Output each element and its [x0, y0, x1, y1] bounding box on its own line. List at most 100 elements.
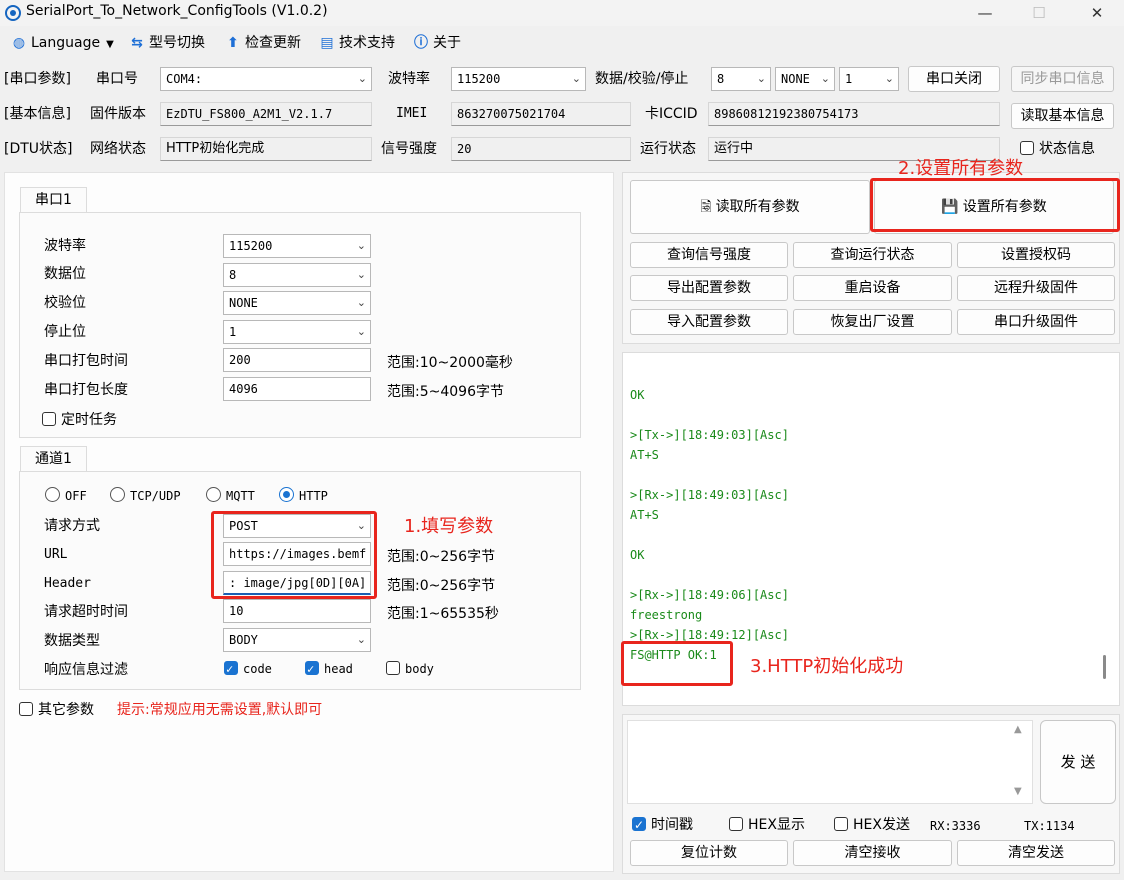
hex-send-checkbox[interactable]: HEX发送 — [834, 815, 910, 835]
export-config-button[interactable]: 导出配置参数 — [630, 275, 788, 301]
log-line: freestrong — [630, 608, 703, 622]
annotation-step3: 3.HTTP初始化成功 — [750, 656, 904, 677]
set-auth-code-button[interactable]: 设置授权码 — [957, 242, 1115, 268]
port-data-bits-select[interactable]: 8 ⌄ — [223, 263, 371, 287]
request-timeout-label: 请求超时时间 — [44, 604, 128, 620]
other-params-checkbox[interactable]: 其它参数 — [19, 700, 94, 720]
checkbox-icon — [386, 661, 400, 675]
serial-section-label: [串口参数] — [4, 71, 71, 87]
send-textarea[interactable] — [627, 720, 1033, 804]
data-type-label: 数据类型 — [44, 633, 100, 649]
remote-upgrade-button[interactable]: 远程升级固件 — [957, 275, 1115, 301]
baud-label: 波特率 — [388, 71, 430, 87]
data-type-select[interactable]: BODY ⌄ — [223, 628, 371, 652]
iccid-field: 89860812192380754173 — [708, 102, 1000, 126]
chevron-down-icon: ⌄ — [356, 268, 366, 281]
pack-length-input[interactable]: 4096 — [223, 377, 371, 401]
title-bar: SerialPort_To_Network_ConfigTools (V1.0.… — [0, 0, 1124, 26]
clear-receive-button[interactable]: 清空接收 — [793, 840, 952, 866]
log-line: OK — [630, 548, 645, 562]
read-basic-info-button[interactable]: 读取基本信息 — [1011, 103, 1114, 129]
menu-language[interactable]: ◍ Language ▼ — [10, 33, 114, 53]
sync-serial-info-button[interactable]: 同步串口信息 — [1011, 66, 1114, 92]
info-icon: ⓘ — [414, 35, 428, 51]
annotation-step2: 2.设置所有参数 — [898, 158, 1024, 179]
send-button[interactable]: 发 送 — [1040, 720, 1116, 804]
pack-time-label: 串口打包时间 — [44, 353, 128, 369]
menu-check-update[interactable]: ⬆ 检查更新 — [224, 33, 301, 53]
reset-count-button[interactable]: 复位计数 — [630, 840, 788, 866]
data-parity-stop-label: 数据/校验/停止 — [595, 71, 689, 87]
tab-channel-1[interactable]: 通道1 — [20, 446, 87, 472]
menu-about[interactable]: ⓘ 关于 — [412, 33, 461, 53]
chevron-down-icon: ⌄ — [884, 72, 894, 85]
factory-reset-button[interactable]: 恢复出厂设置 — [793, 309, 952, 335]
query-run-status-button[interactable]: 查询运行状态 — [793, 242, 952, 268]
port-stop-bits-select[interactable]: 1 ⌄ — [223, 320, 371, 344]
header-range: 范围:0~256字节 — [387, 578, 496, 594]
log-scrollbar-thumb[interactable] — [1103, 655, 1106, 679]
port-select[interactable]: COM4: ⌄ — [160, 67, 372, 91]
log-line: AT+S — [630, 448, 659, 462]
chevron-down-icon: ⌄ — [820, 72, 830, 85]
iccid-label: 卡ICCID — [645, 106, 698, 122]
checkbox-checked-icon — [224, 659, 238, 679]
chevron-down-icon: ⌄ — [357, 72, 367, 85]
radio-icon — [110, 487, 125, 502]
basic-section-label: [基本信息] — [4, 106, 71, 122]
baud-select[interactable]: 115200 ⌄ — [451, 67, 586, 91]
stop-bits-select[interactable]: 1 ⌄ — [839, 67, 899, 91]
tab-port-1[interactable]: 串口1 — [20, 187, 87, 213]
scroll-up-icon[interactable]: ▲ — [1014, 724, 1022, 735]
switch-icon: ⇆ — [131, 35, 143, 51]
port-parity-select[interactable]: NONE ⌄ — [223, 291, 371, 315]
mode-off-radio[interactable]: OFF — [45, 486, 87, 506]
header-label: Header — [44, 576, 91, 591]
chevron-down-icon: ▼ — [106, 39, 114, 50]
log-line: >[Rx->][18:49:06][Asc] — [630, 588, 789, 602]
minimize-button[interactable]: — — [962, 0, 1008, 26]
mode-http-radio[interactable]: HTTP — [279, 486, 328, 506]
parity-select[interactable]: NONE ⌄ — [775, 67, 835, 91]
menu-tech-support[interactable]: ▤ 技术支持 — [318, 33, 395, 53]
hex-display-checkbox[interactable]: HEX显示 — [729, 815, 805, 835]
upload-arrow-icon: ⬆ — [227, 35, 239, 51]
query-signal-button[interactable]: 查询信号强度 — [630, 242, 788, 268]
filter-code-checkbox[interactable]: code — [224, 659, 272, 679]
menu-model-switch[interactable]: ⇆ 型号切换 — [128, 33, 205, 53]
mode-tcp-udp-radio[interactable]: TCP/UDP — [110, 486, 181, 506]
mode-mqtt-radio[interactable]: MQTT — [206, 486, 255, 506]
chevron-down-icon: ⌄ — [356, 633, 366, 646]
reboot-device-button[interactable]: 重启设备 — [793, 275, 952, 301]
log-line: OK — [630, 388, 645, 402]
log-line: >[Rx->][18:49:12][Asc] — [630, 628, 789, 642]
radio-icon — [206, 487, 221, 502]
pack-time-input[interactable]: 200 — [223, 348, 371, 372]
filter-body-checkbox[interactable]: body — [386, 659, 434, 679]
annotation-box-step2 — [870, 178, 1120, 232]
import-config-button[interactable]: 导入配置参数 — [630, 309, 788, 335]
read-params-icon: 🗟 — [700, 199, 712, 215]
timer-task-checkbox[interactable]: 定时任务 — [42, 410, 117, 430]
serial-close-button[interactable]: 串口关闭 — [908, 66, 1000, 92]
timestamp-checkbox[interactable]: 时间戳 — [632, 815, 693, 835]
request-timeout-input[interactable]: 10 — [223, 599, 371, 623]
pack-length-range: 范围:5~4096字节 — [387, 384, 504, 400]
read-all-params-button[interactable]: 🗟 读取所有参数 — [630, 180, 870, 234]
scroll-down-icon[interactable]: ▼ — [1014, 786, 1022, 797]
data-bits-select[interactable]: 8 ⌄ — [711, 67, 771, 91]
maximize-button[interactable]: ☐ — [1016, 0, 1062, 26]
clear-send-button[interactable]: 清空发送 — [957, 840, 1115, 866]
status-info-checkbox[interactable]: 状态信息 — [1020, 139, 1095, 159]
serial-upgrade-button[interactable]: 串口升级固件 — [957, 309, 1115, 335]
filter-head-checkbox[interactable]: head — [305, 659, 353, 679]
port-baud-select[interactable]: 115200 ⌄ — [223, 234, 371, 258]
port-data-bits-label: 数据位 — [44, 266, 86, 282]
network-status-label: 网络状态 — [90, 141, 146, 157]
port-label: 串口号 — [96, 71, 138, 87]
checkbox-checked-icon — [632, 815, 646, 835]
document-icon: ▤ — [320, 35, 334, 51]
imei-field: 863270075021704 — [451, 102, 631, 126]
close-button[interactable]: ✕ — [1074, 0, 1120, 26]
checkbox-icon — [729, 817, 743, 831]
